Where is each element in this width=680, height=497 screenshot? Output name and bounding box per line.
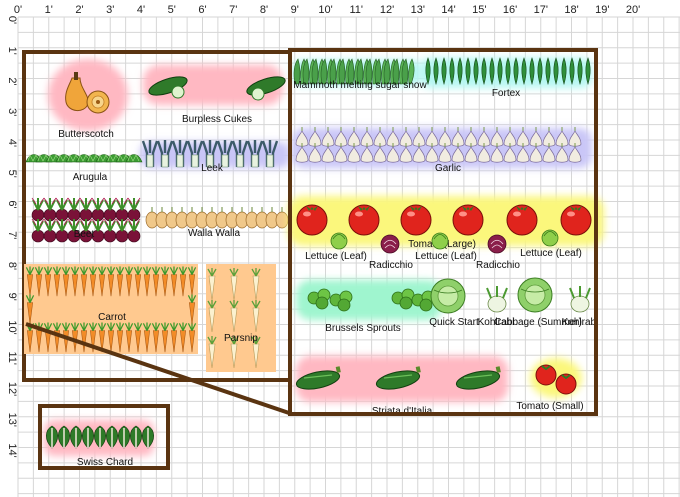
ruler-top-tick-label: 17': [534, 4, 548, 16]
ruler-left-tick-label: 7': [6, 231, 18, 239]
swiss-chard-icon-row: [45, 425, 155, 449]
ruler-top-tick-label: 18': [564, 4, 578, 16]
ruler-top-tick-label: 9': [291, 4, 299, 16]
radicchio-2-label: Radicchio: [476, 260, 520, 271]
tomato-small-label: Tomato (Small): [516, 401, 583, 412]
leek-label: Leek: [201, 163, 224, 174]
ruler-top-tick-label: 5': [168, 4, 176, 16]
ruler-left-tick-label: 10': [6, 320, 18, 334]
ruler-top-tick-label: 0': [14, 4, 22, 16]
lettuce-icon: [330, 232, 348, 250]
ruler-left-tick-label: 12': [6, 382, 18, 396]
tomato-icon: [296, 204, 328, 236]
ruler-left-tick-label: 14': [6, 443, 18, 457]
ruler-top-tick-label: 12': [380, 4, 394, 16]
ruler-top-tick-label: 2': [75, 4, 83, 16]
ruler-left-tick-label: 4': [6, 139, 18, 147]
highlight-parsnip: [206, 264, 276, 372]
lettuce-icon: [431, 232, 449, 250]
walla-walla-label: Walla Walla: [188, 228, 240, 239]
ruler-left-tick-label: 13': [6, 413, 18, 427]
bed-left[interactable]: Butterscotch Burpless Cukes Arugula Leek: [22, 50, 292, 382]
ruler-top-tick-label: 11': [349, 4, 363, 16]
garden-planner-canvas[interactable]: 0' 1' 2' 3' 4' 5' 6' 7' 8' 9' 10' 11' 12' 13' 14' 15' 16…: [0, 0, 680, 497]
tomato-icon: [348, 204, 380, 236]
ruler-left-tick-label: 5': [6, 170, 18, 178]
tomato-icon: [560, 204, 592, 236]
lettuce-icon: [541, 229, 559, 247]
mammoth-sugar-snow-label: Mammoth melting sugar snow: [293, 80, 427, 91]
carrot-label: Carrot: [98, 312, 126, 323]
lettuce-3-label: Lettuce (Leaf): [520, 248, 582, 259]
lettuce-1-label: Lettuce (Leaf): [305, 251, 367, 262]
cabbage-icon: [517, 277, 553, 313]
radicchio-icon: [487, 234, 507, 254]
arugula-icon-row: [25, 154, 143, 163]
ruler-left-tick-label: 2': [6, 77, 18, 85]
beet-row[interactable]: Beet: [31, 197, 141, 243]
ruler-top-tick-label: 10': [318, 4, 332, 16]
ruler-left-tick-label: 6': [6, 200, 18, 208]
ruler-top-tick-label: 6': [198, 4, 206, 16]
parsnip-label: Parsnip: [224, 333, 258, 344]
arugula-label: Arugula: [73, 172, 108, 183]
ruler-top-tick-label: 13': [411, 4, 425, 16]
kohlrabi-2-label: Kohlrabi: [562, 317, 599, 328]
ruler-left-tick-label: 8': [6, 262, 18, 270]
ruler-left-tick-label: 11': [6, 351, 18, 365]
top-ruler: 0' 1' 2' 3' 4' 5' 6' 7' 8' 9' 10' 11' 12' 13' 14' 15' 16…: [14, 4, 640, 16]
ruler-left-tick-label: 1': [6, 47, 18, 55]
ruler-top-tick-label: 7': [229, 4, 237, 16]
highlight-butterscotch: [48, 59, 128, 131]
ruler-left-tick-label: 0': [6, 16, 18, 24]
ruler-left-tick-label: 3': [6, 108, 18, 116]
ruler-top-tick-label: 14': [441, 4, 455, 16]
ruler-top-tick-label: 1': [45, 4, 53, 16]
quick-start-label: Quick Start: [429, 317, 479, 328]
ruler-top-tick-label: 4': [137, 4, 145, 16]
ruler-top-tick-label: 16': [503, 4, 517, 16]
burpless-cukes-label: Burpless Cukes: [182, 114, 252, 125]
tomato-icon: [506, 204, 538, 236]
cabbage-icon: [430, 278, 466, 314]
radicchio-icon: [380, 234, 400, 254]
lettuce-2-label: Lettuce (Leaf): [415, 251, 477, 262]
ruler-left-tick-label: 9': [6, 293, 18, 301]
ruler-top-tick-label: 20': [626, 4, 640, 16]
tomato-icon: [452, 204, 484, 236]
tomato-icon: [400, 204, 432, 236]
garlic-label: Garlic: [435, 163, 461, 174]
fortex-label: Fortex: [492, 88, 520, 99]
mammoth-sugar-snow-row[interactable]: Mammoth melting sugar snow: [293, 58, 427, 91]
beet-label: Beet: [74, 229, 95, 240]
ruler-top-tick-label: 3': [106, 4, 114, 16]
ruler-top-tick-label: 8': [260, 4, 268, 16]
left-ruler: 0' 1' 2' 3' 4' 5' 6' 7' 8' 9' 10' 11' 12' 13' 14': [6, 16, 18, 458]
ruler-top-tick-label: 19': [595, 4, 609, 16]
butterscotch-label: Butterscotch: [58, 129, 114, 140]
ruler-top-tick-label: 15': [472, 4, 486, 16]
brussels-sprouts-label: Brussels Sprouts: [325, 323, 401, 334]
radicchio-1-label: Radicchio: [369, 260, 413, 271]
